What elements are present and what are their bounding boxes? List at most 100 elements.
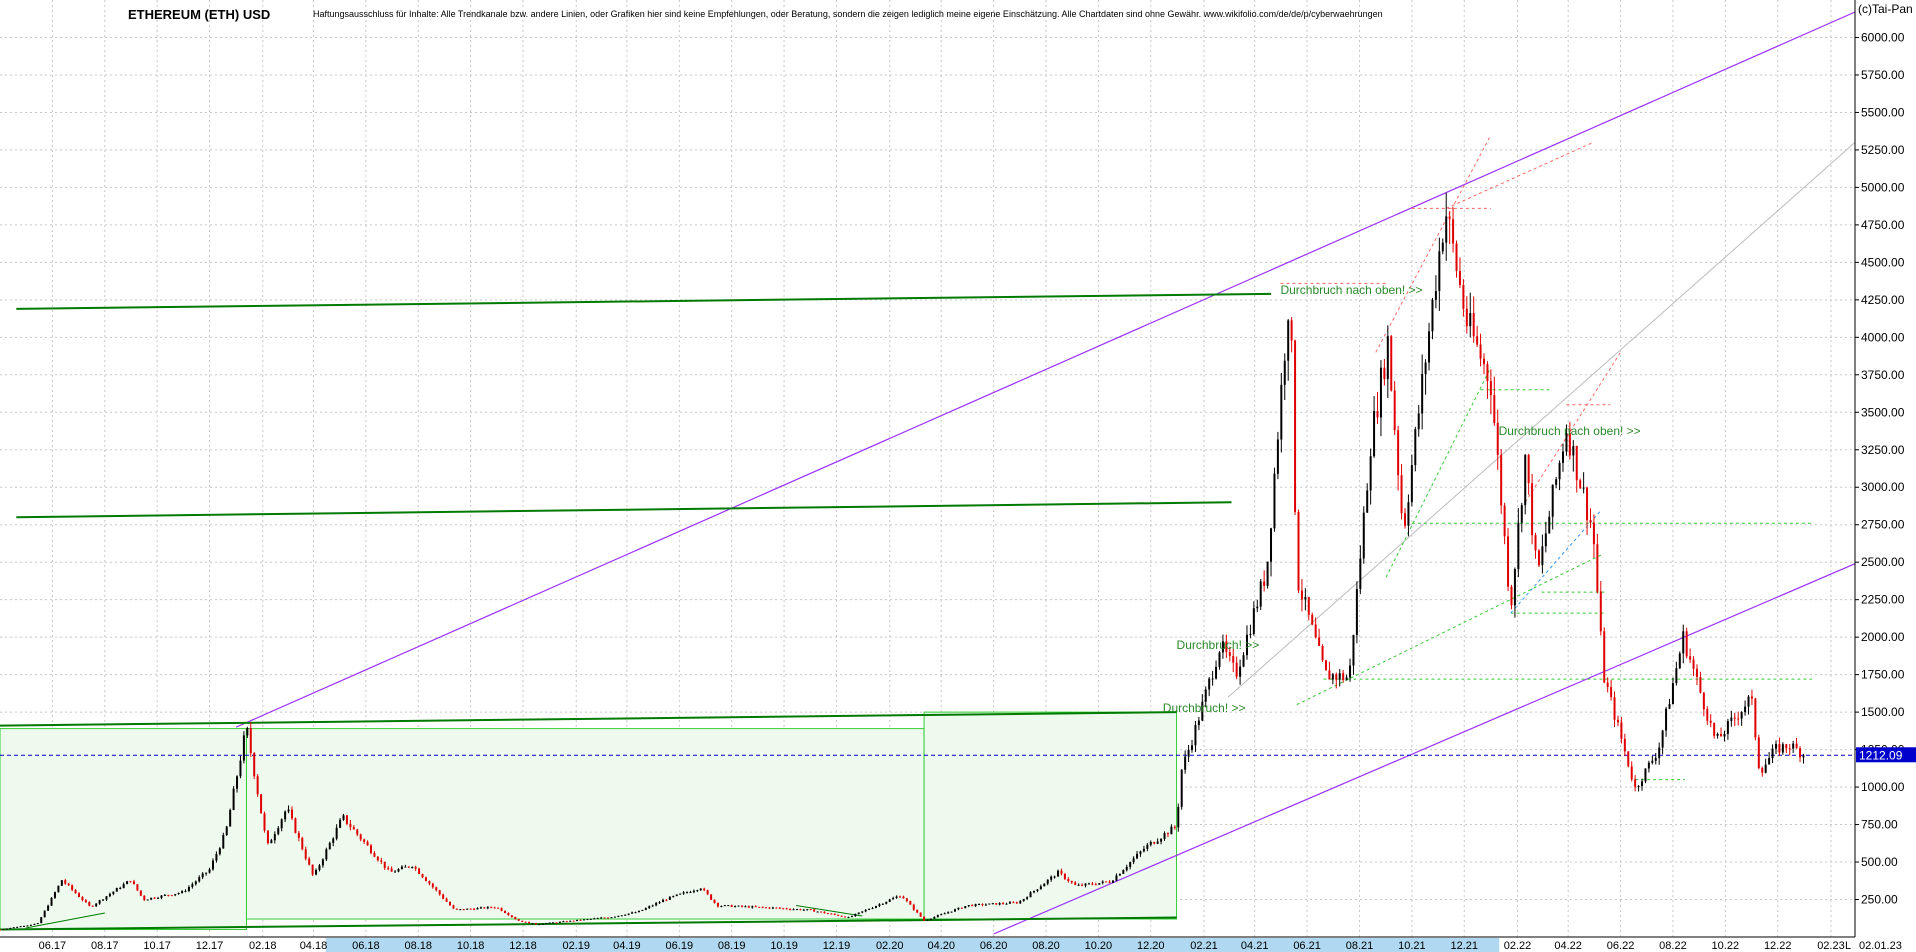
candle-body <box>483 907 486 909</box>
x-tick-label: 10.18 <box>457 940 485 952</box>
candle-body <box>418 868 421 874</box>
candle-body <box>1599 591 1602 632</box>
candle-body <box>1194 725 1197 746</box>
candle-body <box>1359 558 1362 590</box>
candle-body <box>1256 606 1259 609</box>
candle-body <box>1074 882 1077 885</box>
candle-body <box>1671 683 1674 705</box>
candle-body <box>751 906 754 908</box>
candle-body <box>1541 546 1544 566</box>
candle-body <box>1259 581 1262 607</box>
candle-body <box>576 919 579 921</box>
candle-body <box>1692 659 1695 669</box>
candle-body <box>1026 897 1029 899</box>
candle-body <box>1057 870 1060 877</box>
candle-body <box>74 889 77 894</box>
candle-body <box>799 909 802 911</box>
x-axis: 06.17 08.17 10.17 12.17 02.18 04.18 06.18 08.18… <box>39 938 1902 952</box>
candle-body <box>710 894 713 900</box>
candle-body <box>789 909 792 911</box>
candle-body <box>1768 758 1771 765</box>
candle-body <box>1166 833 1169 835</box>
candle-body <box>170 895 173 897</box>
candle-body <box>1187 749 1190 757</box>
candle-body <box>1376 411 1379 418</box>
candle-body <box>1252 608 1255 635</box>
candle-body <box>795 909 798 911</box>
candle-body <box>1675 668 1678 684</box>
x-axis-end-date: 02.01.23 <box>1859 940 1902 952</box>
candle-body <box>1627 751 1630 767</box>
candle-body <box>1342 673 1345 680</box>
candle-body <box>260 794 263 814</box>
candle-body <box>1469 313 1472 327</box>
candle-body <box>1177 806 1180 828</box>
candle-body <box>1290 320 1293 341</box>
candle-body <box>473 908 476 910</box>
candle-body <box>696 890 699 892</box>
candle-body <box>1513 569 1516 606</box>
candle-body <box>1527 454 1530 484</box>
candle-body <box>5 928 8 930</box>
candle-body <box>1764 764 1767 773</box>
candle-body <box>1211 678 1214 680</box>
candle-body <box>1455 243 1458 271</box>
candle-body <box>1297 511 1300 591</box>
candle-body <box>1507 536 1510 587</box>
candle-body <box>637 910 640 913</box>
candle-body <box>558 921 561 923</box>
candle-body <box>1531 483 1534 536</box>
candle-body <box>1771 748 1774 759</box>
candle-body <box>1699 676 1702 693</box>
candle-body <box>304 849 307 859</box>
candle-body <box>201 873 204 878</box>
candle-body <box>95 903 98 907</box>
candle-body <box>960 907 963 909</box>
candle-body <box>603 917 606 919</box>
candle-body <box>1744 706 1747 713</box>
x-tick-label: 12.19 <box>823 940 851 952</box>
y-tick-label: 750.00 <box>1861 818 1898 832</box>
copyright-label: (c)Tai-Pan <box>1858 2 1913 16</box>
candle-body <box>1314 624 1317 638</box>
candle-body <box>651 905 654 907</box>
candle-body <box>1761 768 1764 773</box>
candle-body <box>229 809 232 827</box>
candle-body <box>1184 756 1187 770</box>
candle-body <box>280 819 283 829</box>
candle-body <box>29 924 32 926</box>
candle-body <box>1366 490 1369 513</box>
candle-body <box>723 905 726 907</box>
candle-body <box>823 911 826 914</box>
candle-body <box>521 920 524 922</box>
candle-body <box>469 908 472 910</box>
candle-body <box>534 923 537 925</box>
candle-body <box>565 921 568 923</box>
candle-body <box>713 899 716 903</box>
candle-body <box>1373 411 1376 457</box>
candle-body <box>211 860 214 870</box>
candle-body <box>318 865 321 870</box>
x-tick-label: 08.18 <box>404 940 432 952</box>
x-tick-label: 10.19 <box>770 940 798 952</box>
candle-body <box>242 735 245 761</box>
candle-body <box>421 873 424 878</box>
candle-body <box>1510 586 1513 606</box>
candle-body <box>497 907 500 909</box>
candle-body <box>1524 454 1527 506</box>
candle-body <box>765 907 768 909</box>
candle-body <box>874 905 877 908</box>
candle-body <box>0 929 1 931</box>
candle-body <box>1452 219 1455 244</box>
candle-body <box>555 922 558 924</box>
candle-body <box>1002 903 1005 905</box>
candle-body <box>1792 743 1795 749</box>
candle-body <box>394 871 397 873</box>
candle-body <box>692 890 695 893</box>
candle-body <box>1630 766 1633 780</box>
candle-body <box>1345 677 1348 680</box>
candle-body <box>1280 384 1283 440</box>
x-tick-label: 06.21 <box>1293 940 1321 952</box>
candle-body <box>1730 717 1733 722</box>
candle-body <box>435 887 438 891</box>
